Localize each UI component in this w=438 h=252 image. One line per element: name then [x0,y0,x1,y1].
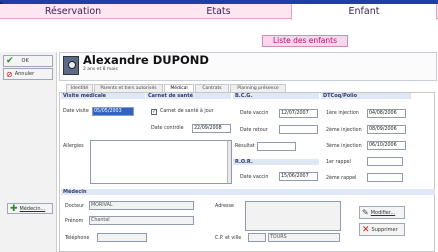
ror-vaccin-field[interactable]: 15/06/2007 [279,172,318,181]
dtcoq-field-3[interactable]: 06/10/2006 [367,141,406,150]
allergies-textarea[interactable] [90,140,232,184]
tab-etats[interactable]: Etats [146,4,291,19]
carnet-title: Carnet de santé [146,93,231,99]
carnet-checkbox-label: Carnet de santé à jour [160,109,214,114]
subtab-contrats[interactable]: Contrats [195,84,229,92]
allergies-label: Allergies [63,144,84,149]
allergies-scrollbar[interactable] [227,141,231,183]
prenom-label: Prénom [65,219,84,224]
subtab-parents[interactable]: Parents et tiers autorisés [94,84,163,92]
docteur-label: Docteur [65,204,85,209]
modifier-label: Modifier... [370,209,396,216]
telephone-field[interactable] [97,233,147,242]
controle-label: Date contrôle [151,126,184,131]
check-icon: ✔ [6,56,14,66]
medecin-section-title: Médecin [61,189,435,195]
tab-reservation[interactable]: Réservation [0,4,146,19]
visite-title: Visite médicale [61,93,145,99]
supprimer-button[interactable]: ✕ Supprimer [359,223,405,236]
ok-button[interactable]: ✔ OK [3,55,53,67]
dtcoq-label-5: 2ème rappel [326,176,357,181]
bcg-title: B.C.G. [233,93,319,99]
bcg-resultat-label: Résultat [235,144,255,149]
dtcoq-field-1[interactable]: 04/08/2006 [367,109,406,118]
dtcoq-label-1: 1ère injection [326,111,359,116]
bcg-vaccin-label: Date vaccin [240,111,269,116]
bcg-retour-label: Date retour [240,128,268,133]
telephone-label: Téléphone [65,236,90,241]
dtcoq-field-2[interactable]: 08/09/2006 [367,125,406,134]
tab-enfant[interactable]: Enfant [291,4,437,20]
dtcoq-field-4[interactable] [367,157,403,166]
action-panel [0,52,57,252]
docteur-field[interactable]: MORIVAL [89,201,194,210]
adresse-field[interactable] [245,201,341,231]
plus-icon: ✚ [10,203,18,214]
cp-field[interactable] [248,233,266,242]
dtcoq-field-5[interactable] [367,173,403,182]
visite-date-field[interactable]: 05/05/2003 [92,107,134,116]
forbidden-icon: ⊘ [6,69,13,79]
controle-field[interactable]: 22/09/2008 [192,124,231,133]
ok-label: OK [21,58,29,64]
annuler-button[interactable]: ⊘ Annuler [3,68,53,80]
visite-date-label: Date visite [63,109,89,114]
child-name: Alexandre DUPOND [83,53,209,67]
prenom-field[interactable]: Chantal [89,216,194,225]
liste-enfants-button[interactable]: Liste des enfants [262,35,348,47]
bcg-vaccin-field[interactable]: 12/07/2007 [279,109,318,118]
delete-x-icon: ✕ [362,224,370,235]
cp-ville-label: C.P. et ville [215,236,242,241]
main-tabs: Réservation Etats Enfant [0,4,438,20]
modifier-button[interactable]: ✎ Modifier... [359,206,405,219]
ror-title: R.O.R. [233,159,319,165]
dtcoq-title: DTCoq/Polio [321,93,411,99]
ror-vaccin-label: Date vaccin [240,175,269,180]
ville-field[interactable]: TOURS [268,233,340,242]
supprimer-label: Supprimer [371,226,398,233]
sub-tabs: Identité Parents et tiers autorisés Médi… [59,84,437,93]
dtcoq-label-4: 1er rappel [326,160,351,165]
dtcoq-label-3: 3ème injection [326,144,362,149]
edit-icon: ✎ [362,208,369,217]
bcg-resultat-field[interactable] [257,142,296,151]
medecin-button[interactable]: ✚ Médecin... [7,203,53,214]
child-age: 2 ans et 8 mois [83,67,118,72]
annuler-label: Annuler [14,71,35,77]
subtab-identite[interactable]: Identité [66,84,93,92]
child-avatar-icon [63,56,79,75]
adresse-label: Adresse [215,204,235,209]
bcg-retour-field[interactable] [279,125,318,134]
medecin-label: Médecin... [19,205,46,212]
carnet-checkbox[interactable]: ✓ [151,109,157,115]
subtab-planning[interactable]: Planning présence [230,84,286,92]
dtcoq-label-2: 2ème injection [326,128,362,133]
